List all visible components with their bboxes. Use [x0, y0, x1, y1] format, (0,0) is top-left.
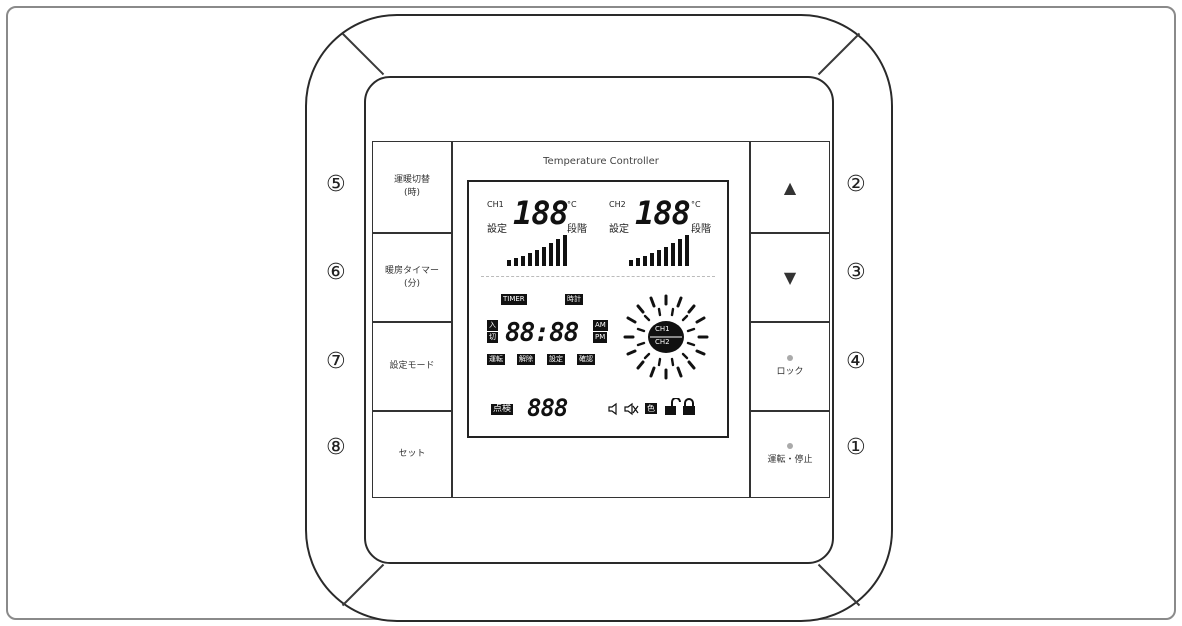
ch2-label: CH2 — [609, 200, 626, 209]
callout-7: ⑦ — [326, 349, 346, 374]
off-tag: 切 — [487, 332, 498, 343]
callout-1: ① — [846, 435, 866, 460]
ch1-set-label: 設定 — [487, 224, 507, 235]
ch2-temperature-value: 188 — [635, 194, 691, 232]
callout-5: ⑤ — [326, 172, 346, 197]
set-button[interactable]: セット — [372, 411, 452, 498]
color-tag: 色 — [645, 403, 657, 414]
dial-ch1-label: CH1 — [655, 325, 670, 333]
run-indicator-led — [787, 442, 793, 449]
speaker-icon — [608, 402, 617, 416]
setting-mode-label: 設定モード — [389, 361, 435, 371]
set-label: セット — [398, 449, 426, 459]
am-tag: AM — [593, 320, 608, 331]
callout-3: ③ — [846, 260, 866, 285]
up-arrow-icon: ▲ — [783, 177, 797, 197]
mode-tag-set: 設定 — [547, 354, 565, 365]
mode-tag-release: 解除 — [517, 354, 535, 365]
lock-button[interactable]: ロック — [750, 322, 830, 411]
clock-time-value: 88:88 — [505, 318, 579, 348]
timer-tag: TIMER — [501, 294, 527, 305]
ch2-unit: °C — [691, 200, 701, 209]
switch-heating-button[interactable]: 運暖切替 (時) — [372, 141, 452, 233]
down-arrow-icon: ▼ — [783, 268, 797, 287]
up-button[interactable]: ▲ — [750, 141, 830, 233]
clock-tag: 時計 — [565, 294, 583, 305]
ch1-label: CH1 — [487, 200, 504, 209]
setting-mode-button[interactable]: 設定モード — [372, 322, 452, 411]
mode-tag-run: 運転 — [487, 354, 505, 365]
lock-label: ロック — [776, 366, 804, 377]
dial-ch2-label: CH2 — [655, 338, 670, 346]
callout-6: ⑥ — [326, 260, 346, 285]
channel-dial-icon — [623, 294, 709, 380]
check-tag: 点検 — [491, 404, 514, 415]
ch2-set-label: 設定 — [609, 224, 629, 235]
lock-icon — [683, 398, 695, 415]
mute-icon — [624, 402, 639, 416]
switch-heating-sub: (時) — [403, 188, 421, 198]
lcd-divider — [481, 276, 715, 277]
callout-2: ② — [846, 172, 866, 197]
run-stop-button[interactable]: 運転・停止 — [750, 411, 830, 498]
heating-timer-label: 暖房タイマー — [384, 265, 439, 276]
heating-timer-button[interactable]: 暖房タイマー (分) — [372, 233, 452, 322]
ch1-unit: °C — [567, 200, 577, 209]
pm-tag: PM — [593, 332, 608, 343]
lcd-display: CH1 設定 188 °C 段階 CH2 設定 188 °C 段階 TIMER … — [467, 180, 729, 438]
panel-title: Temperature Controller — [543, 156, 659, 167]
on-tag: 入 — [487, 320, 498, 331]
unlock-icon — [665, 398, 681, 415]
lock-indicator-led — [787, 354, 793, 361]
mode-tag-confirm: 確認 — [577, 354, 595, 365]
ch2-level-bars — [629, 235, 689, 266]
heating-timer-sub: (分) — [403, 278, 421, 289]
switch-heating-label: 運暖切替 — [393, 175, 430, 185]
check-code-value: 888 — [527, 394, 568, 422]
down-button[interactable]: ▼ — [750, 233, 830, 322]
callout-8: ⑧ — [326, 435, 346, 460]
run-stop-label: 運転・停止 — [767, 454, 813, 465]
callout-4: ④ — [846, 349, 866, 374]
ch1-temperature-value: 188 — [513, 194, 569, 232]
ch1-level-bars — [507, 235, 567, 266]
